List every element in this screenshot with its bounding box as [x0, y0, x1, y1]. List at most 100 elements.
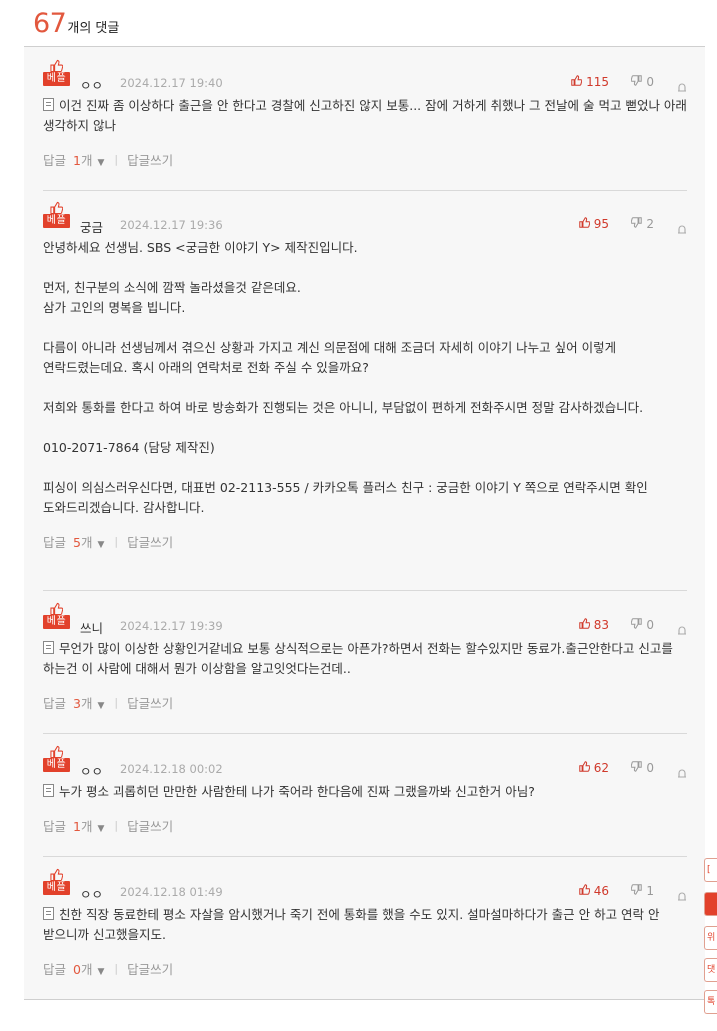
comment-text-line: 삼가 고인의 명복을 빕니다. [43, 300, 186, 315]
comment-item: 베플 ㅇㅇ 2024.12.18 00:02 62 0 누가 평소 괴롭히던 만만한 사람… [43, 745, 687, 835]
write-reply-button[interactable]: 답글쓰기 [127, 959, 173, 978]
reply-toggle[interactable]: 답글 0개 ▼ [43, 959, 104, 978]
write-reply-button[interactable]: 답글쓰기 [127, 693, 173, 712]
like-button[interactable]: 115 [571, 75, 609, 89]
best-badge: 베플 [43, 744, 70, 774]
author-name[interactable]: ㅇㅇ [80, 761, 103, 780]
comment-date: 2024.12.17 19:39 [120, 619, 223, 633]
comment-divider [43, 856, 687, 857]
best-label: 베플 [43, 615, 70, 629]
report-icon[interactable] [677, 219, 687, 234]
best-badge: 베플 [43, 867, 70, 897]
like-icon [578, 884, 591, 898]
side-tab[interactable] [704, 892, 717, 916]
thumbs-up-icon [50, 58, 64, 73]
reply-toggle[interactable]: 답글 3개 ▼ [43, 693, 104, 712]
best-badge: 베플 [43, 58, 70, 88]
like-count: 115 [586, 75, 609, 89]
comment-text: 삼가 고인의 명복을 빕니다. [43, 298, 687, 318]
comment-text: 다름이 아니라 선생님께서 겪으신 상황과 가지고 계신 의문점에 대해 조금더… [43, 338, 687, 378]
comment-body: 이건 진짜 좀 이상하다 출근을 안 한다고 경찰에 신고하진 않지 보통...… [43, 96, 687, 136]
dislike-count: 0 [646, 761, 654, 775]
comment-text-line: 친한 직장 동료한테 평소 자살을 암시했거나 죽기 전에 통화를 했을 수도 … [43, 907, 660, 942]
author-name[interactable]: 궁금 [80, 217, 103, 236]
like-button[interactable]: 62 [578, 761, 609, 775]
dislike-button[interactable]: 0 [631, 618, 654, 632]
like-button[interactable]: 83 [578, 618, 609, 632]
reply-count: 1 [73, 152, 81, 168]
write-reply-button[interactable]: 답글쓰기 [127, 816, 173, 835]
comment-meta: 베플 ㅇㅇ 2024.12.18 01:49 46 1 [43, 868, 687, 905]
thumbs-up-icon [50, 867, 64, 882]
reply-count: 1 [73, 818, 81, 834]
comment-date: 2024.12.17 19:40 [120, 76, 223, 90]
comment-divider [43, 733, 687, 734]
dislike-button[interactable]: 0 [631, 75, 654, 89]
comment-text-line: 무언가 많이 이상한 상황인거같네요 보통 상식적으로는 아픈가?하면서 전화는… [43, 641, 673, 676]
report-icon[interactable] [677, 763, 687, 778]
side-tab[interactable]: 댓 [704, 958, 717, 982]
dislike-button[interactable]: 2 [631, 217, 654, 231]
reply-label: 답글 [43, 534, 67, 550]
comment-text: 무언가 많이 이상한 상황인거같네요 보통 상식적으로는 아픈가?하면서 전화는… [43, 639, 687, 679]
dislike-icon [631, 75, 643, 89]
write-reply-button[interactable]: 답글쓰기 [127, 532, 173, 551]
best-label: 베플 [43, 758, 70, 772]
comment-text-line: 다름이 아니라 선생님께서 겪으신 상황과 가지고 계신 의문점에 대해 조금더… [43, 340, 617, 375]
comments-header: 67 개의 댓글 [33, 8, 119, 42]
best-label: 베플 [43, 881, 70, 895]
reply-toggle[interactable]: 답글 1개 ▼ [43, 150, 104, 169]
comment-date: 2024.12.17 19:36 [120, 218, 223, 232]
best-label: 베플 [43, 214, 70, 228]
reply-label: 답글 [43, 695, 67, 711]
comment-body: 무언가 많이 이상한 상황인거같네요 보통 상식적으로는 아픈가?하면서 전화는… [43, 639, 687, 679]
dislike-button[interactable]: 1 [631, 884, 654, 898]
comment-actions: 답글 1개 ▼ | 답글쓰기 [43, 149, 687, 169]
comment-text: 누가 평소 괴롭히던 만만한 사람한테 나가 죽어라 한다음에 진짜 그랬을까봐… [43, 782, 687, 802]
reply-unit: 개 [80, 961, 93, 977]
report-icon[interactable] [677, 77, 687, 92]
report-icon[interactable] [677, 886, 687, 901]
comment-text: 안녕하세요 선생님. SBS <궁금한 이야기 Y> 제작진입니다. [43, 238, 687, 258]
document-icon [43, 98, 54, 111]
dislike-icon [631, 761, 643, 775]
caret-down-icon: ▼ [97, 823, 105, 834]
like-icon [578, 618, 591, 632]
like-button[interactable]: 46 [578, 884, 609, 898]
write-reply-button[interactable]: 답글쓰기 [127, 150, 173, 169]
like-icon [578, 217, 591, 231]
comment-text: 010-2071-7864 (담당 제작진) [43, 438, 687, 458]
comment-body: 안녕하세요 선생님. SBS <궁금한 이야기 Y> 제작진입니다. 먼저, 친구… [43, 238, 687, 518]
comment-text: 저희와 통화를 한다고 하여 바로 방송화가 진행되는 것은 아니니, 부담없이… [43, 398, 687, 418]
comment-text-line: 먼저, 친구분의 소식에 깜짝 놀라셨을것 같은데요. [43, 280, 301, 295]
reply-unit: 개 [80, 152, 93, 168]
like-button[interactable]: 95 [578, 217, 609, 231]
comment-count-label: 개의 댓글 [67, 21, 120, 36]
like-icon [571, 75, 583, 89]
comment-divider [43, 590, 687, 591]
comment-text-line: 피싱이 의심스러우신다면, 대표번 02-2113-555 / 카카오톡 플러스… [43, 480, 648, 515]
author-name[interactable]: ㅇㅇ [80, 884, 103, 903]
side-tab[interactable]: [ [704, 858, 717, 882]
thumbs-up-icon [50, 744, 64, 759]
like-icon [578, 761, 591, 775]
dislike-button[interactable]: 0 [631, 761, 654, 775]
dislike-count: 2 [646, 217, 654, 231]
comment-actions: 답글 3개 ▼ | 답글쓰기 [43, 692, 687, 712]
reply-toggle[interactable]: 답글 5개 ▼ [43, 532, 104, 551]
comment-item: 베플 ㅇㅇ 2024.12.17 19:40 115 0 이건 진짜 좀 이상하다 출근을… [43, 59, 687, 169]
author-name[interactable]: 쓰니 [80, 618, 103, 637]
comment-text: 이건 진짜 좀 이상하다 출근을 안 한다고 경찰에 신고하진 않지 보통...… [43, 96, 687, 136]
like-count: 83 [593, 618, 609, 632]
comment-item: 베플 궁금 2024.12.17 19:36 95 2 안녕하세요 선생님. SBS <궁… [43, 201, 687, 551]
author-name[interactable]: ㅇㅇ [80, 75, 103, 94]
reply-toggle[interactable]: 답글 1개 ▼ [43, 816, 104, 835]
report-icon[interactable] [677, 620, 687, 635]
side-tab[interactable]: 톡 [704, 990, 717, 1014]
side-tab[interactable]: 위 [704, 926, 717, 950]
comment-body: 친한 직장 동료한테 평소 자살을 암시했거나 죽기 전에 통화를 했을 수도 … [43, 905, 687, 945]
